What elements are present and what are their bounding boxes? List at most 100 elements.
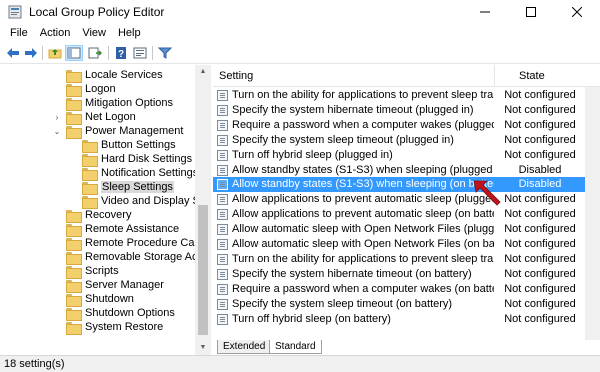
- menu-view[interactable]: View: [76, 24, 112, 42]
- export-list-button[interactable]: [86, 45, 104, 61]
- tree-item[interactable]: Locale Services: [52, 68, 163, 83]
- properties-icon: [133, 47, 147, 59]
- list-header: Setting State: [213, 65, 600, 87]
- scroll-down-icon[interactable]: ▼: [195, 341, 211, 355]
- tab-standard[interactable]: Standard: [269, 340, 322, 354]
- gpedit-icon: [8, 5, 22, 19]
- tree-item-label: Server Manager: [85, 279, 164, 291]
- tree-scrollbar[interactable]: ▲ ▼: [195, 65, 211, 355]
- tree-item[interactable]: System Restore: [52, 320, 163, 335]
- filter-button[interactable]: [156, 45, 174, 61]
- table-row[interactable]: Require a password when a computer wakes…: [213, 282, 585, 297]
- tree-item[interactable]: Remote Assistance: [52, 222, 179, 237]
- tree-pane[interactable]: Locale Services Logon Mitigation Options…: [0, 65, 211, 355]
- table-row[interactable]: Specify the system hibernate timeout (on…: [213, 267, 585, 282]
- table-row[interactable]: Allow applications to prevent automatic …: [213, 192, 585, 207]
- menu-file[interactable]: File: [4, 24, 34, 42]
- table-row[interactable]: Allow standby states (S1-S3) when sleepi…: [213, 163, 585, 178]
- list-scrollbar[interactable]: [585, 87, 600, 340]
- tree-item-label: Power Management: [85, 125, 184, 137]
- menu-bar: File Action View Help: [0, 24, 600, 42]
- policy-state: Not configured: [504, 119, 576, 131]
- tree-item[interactable]: Shutdown Options: [52, 306, 175, 321]
- expander-icon[interactable]: ⌄: [52, 127, 62, 136]
- close-button[interactable]: [554, 0, 600, 24]
- table-row[interactable]: Turn off hybrid sleep (plugged in) Not co…: [213, 148, 585, 163]
- tree-item-sleep-settings[interactable]: Sleep Settings: [68, 180, 174, 195]
- tree-item[interactable]: Removable Storage Access: [52, 250, 211, 265]
- tree-item[interactable]: Scripts: [52, 264, 119, 279]
- tree-item[interactable]: ⌄ Power Management: [52, 124, 184, 139]
- folder-icon: [66, 237, 82, 251]
- tab-extended[interactable]: Extended: [217, 340, 272, 354]
- tree-item[interactable]: Hard Disk Settings: [68, 152, 193, 167]
- policy-state: Not configured: [504, 238, 576, 250]
- folder-icon: [66, 307, 82, 321]
- folder-icon: [66, 97, 82, 111]
- table-row[interactable]: Turn on the ability for applications to …: [213, 88, 585, 103]
- policy-state: Not configured: [504, 313, 576, 325]
- folder-icon: [66, 251, 82, 265]
- folder-icon: [82, 139, 98, 153]
- folder-icon: [82, 153, 98, 167]
- up-folder-button[interactable]: [46, 45, 64, 61]
- policy-state: Not configured: [504, 268, 576, 280]
- table-row-selected[interactable]: Allow standby states (S1-S3) when sleepi…: [213, 177, 585, 192]
- settings-list: Setting State Turn on the ability for ap…: [213, 65, 600, 340]
- properties-button[interactable]: [131, 45, 149, 61]
- tree-item[interactable]: Remote Procedure Call: [52, 236, 199, 251]
- menu-help[interactable]: Help: [112, 24, 147, 42]
- policy-name: Specify the system sleep timeout (plugge…: [232, 134, 454, 146]
- folder-icon: [66, 265, 82, 279]
- tree-item-label: Locale Services: [85, 69, 163, 81]
- table-row[interactable]: Require a password when a computer wakes…: [213, 118, 585, 133]
- tree-item[interactable]: Shutdown: [52, 292, 134, 307]
- table-row[interactable]: Turn off hybrid sleep (on battery) Not co…: [213, 312, 585, 327]
- tree-scroll-thumb[interactable]: [198, 205, 208, 335]
- forward-button[interactable]: [22, 45, 40, 61]
- tree-item[interactable]: › Net Logon: [52, 110, 136, 125]
- table-row[interactable]: Specify the system hibernate timeout (pl…: [213, 103, 585, 118]
- expander-icon[interactable]: ›: [52, 113, 62, 122]
- tree-item[interactable]: Mitigation Options: [52, 96, 173, 111]
- tree-item-label: Logon: [85, 83, 116, 95]
- policy-setting-icon: [217, 314, 228, 325]
- tree-item[interactable]: Logon: [52, 82, 116, 97]
- folder-icon: [66, 223, 82, 237]
- table-row[interactable]: Allow automatic sleep with Open Network …: [213, 237, 585, 252]
- scroll-up-icon[interactable]: ▲: [195, 65, 211, 79]
- settings-count: 18 setting(s): [4, 358, 65, 370]
- policy-state: Disabled: [518, 164, 562, 176]
- tree-item-label: Net Logon: [85, 111, 136, 123]
- policy-name: Allow applications to prevent automatic …: [232, 193, 494, 205]
- folder-icon: [82, 195, 98, 209]
- tree-item[interactable]: Recovery: [52, 208, 131, 223]
- help-button[interactable]: ?: [112, 45, 130, 61]
- tree-item[interactable]: Video and Display Settings: [68, 194, 210, 209]
- tree-item[interactable]: Server Manager: [52, 278, 164, 293]
- back-button[interactable]: [4, 45, 22, 61]
- tree-item[interactable]: Notification Settings: [68, 166, 198, 181]
- tree-item[interactable]: Button Settings: [68, 138, 176, 153]
- policy-setting-icon: [217, 284, 228, 295]
- policy-setting-icon: [217, 239, 228, 250]
- policy-state: Not configured: [504, 223, 576, 235]
- policy-name: Specify the system sleep timeout (on bat…: [232, 298, 453, 310]
- column-header-setting[interactable]: Setting: [219, 65, 253, 87]
- show-hide-tree-icon: [67, 47, 81, 59]
- menu-action[interactable]: Action: [34, 24, 77, 42]
- table-row[interactable]: Specify the system sleep timeout (plugge…: [213, 133, 585, 148]
- show-hide-tree-button[interactable]: [65, 45, 83, 61]
- tree-item-label: Hard Disk Settings: [101, 153, 193, 165]
- tree-item-label: Removable Storage Access: [85, 251, 211, 263]
- table-row[interactable]: Allow applications to prevent automatic …: [213, 207, 585, 222]
- table-row[interactable]: Turn on the ability for applications to …: [213, 252, 585, 267]
- maximize-button[interactable]: [508, 0, 554, 24]
- minimize-button[interactable]: [462, 0, 508, 24]
- policy-setting-icon: [217, 165, 228, 176]
- table-row[interactable]: Allow automatic sleep with Open Network …: [213, 222, 585, 237]
- column-header-state[interactable]: State: [519, 65, 545, 87]
- policy-name: Turn on the ability for applications to …: [232, 253, 494, 265]
- policy-state: Not configured: [504, 208, 576, 220]
- table-row[interactable]: Specify the system sleep timeout (on bat…: [213, 297, 585, 312]
